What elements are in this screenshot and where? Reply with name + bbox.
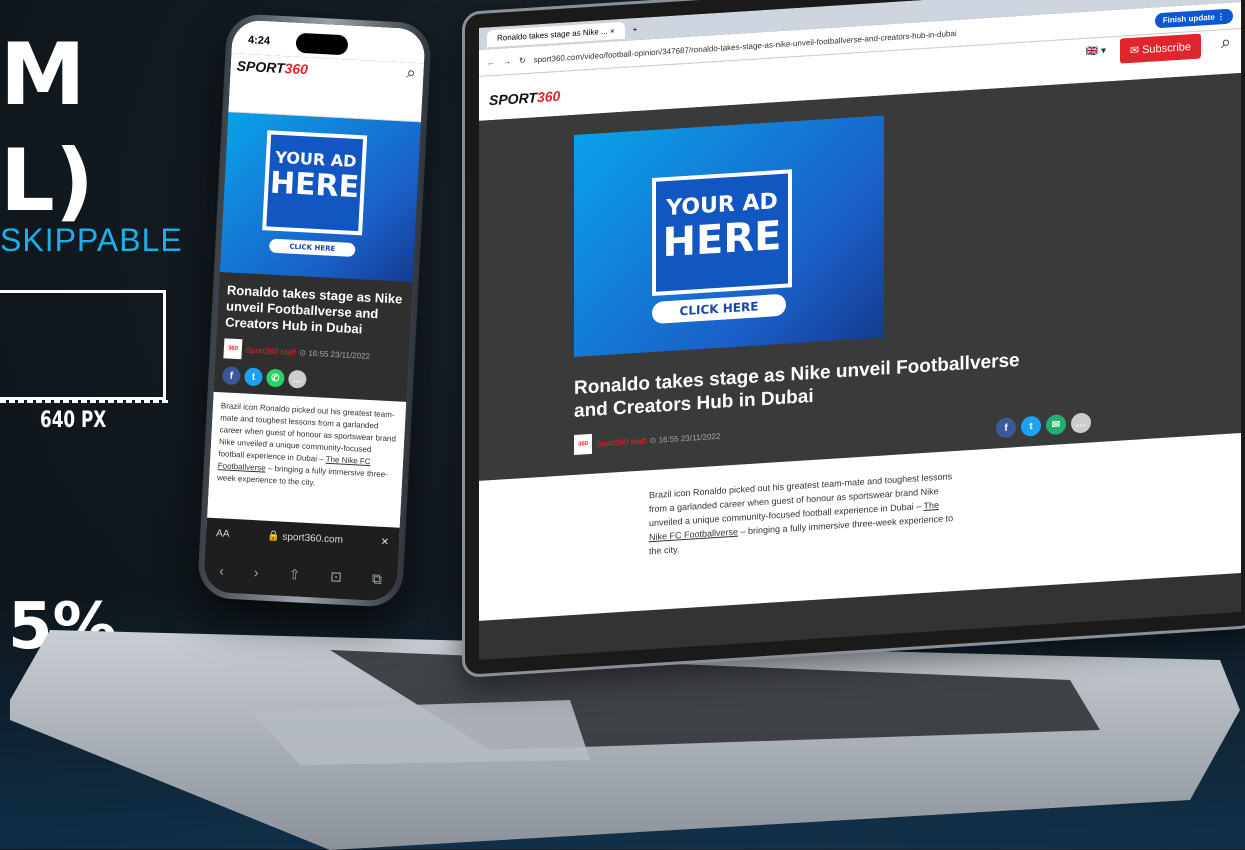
article-meta: 360 Sport360 staff ⊙ 16:55 23/11/2022 xyxy=(574,426,720,455)
forward-icon[interactable]: → xyxy=(503,56,511,66)
article-hero: YOUR AD HERE CLICK HERE Ronaldo takes st… xyxy=(479,72,1241,481)
phone-ad-banner[interactable]: YOUR AD HERE CLICK HERE xyxy=(219,112,421,283)
subscribe-button[interactable]: ✉ Subscribe xyxy=(1119,33,1201,64)
facebook-icon[interactable]: f xyxy=(222,366,241,386)
ad-box: YOUR AD HERE xyxy=(262,130,368,236)
heading-line-1: M xyxy=(0,25,86,125)
article-title: Ronaldo takes stage as Nike unveil Footb… xyxy=(574,349,1020,422)
author-name[interactable]: Sport360 staff xyxy=(246,345,296,357)
reload-icon[interactable]: ↻ xyxy=(519,55,526,64)
finish-update-button[interactable]: Finish update ⋮ xyxy=(1154,7,1233,28)
article-title: Ronaldo takes stage as Nike unveil Footb… xyxy=(224,282,403,337)
ad-banner[interactable]: YOUR AD HERE CLICK HERE xyxy=(574,115,884,357)
logo-text: SPORT xyxy=(236,57,286,77)
new-tab-button[interactable]: + xyxy=(633,24,638,33)
browser-window: Ronaldo takes stage as Nike ... × + ← → … xyxy=(479,0,1241,660)
logo-number: 360 xyxy=(284,60,309,78)
close-icon[interactable]: ✕ xyxy=(380,536,389,547)
share-buttons: f t ✉ … xyxy=(996,412,1091,439)
author-avatar: 360 xyxy=(223,338,243,360)
more-icon[interactable]: … xyxy=(287,369,307,389)
author-name[interactable]: Sport360 staff xyxy=(596,436,646,448)
ad-line-2: HERE xyxy=(269,165,360,206)
author-avatar: 360 xyxy=(574,433,592,455)
article-body: Brazil icon Ronaldo picked out his great… xyxy=(206,391,407,538)
search-icon[interactable]: ⌕ xyxy=(406,65,416,83)
site-logo[interactable]: SPORT360 xyxy=(489,88,560,108)
phone-url[interactable]: 🔒 sport360.com xyxy=(267,530,343,545)
search-icon[interactable]: ⌕ xyxy=(1221,32,1231,54)
bookmarks-icon[interactable]: ⊡ xyxy=(330,568,343,586)
phone-site-logo[interactable]: SPORT360 xyxy=(236,58,308,78)
twitter-icon[interactable]: t xyxy=(243,367,263,387)
ad-line-2: HERE xyxy=(662,212,782,267)
forward-icon[interactable]: › xyxy=(254,564,260,580)
width-label: 640 PX xyxy=(40,408,107,433)
phone-device: 4:24 SPORT360 ⌕ YOUR AD HERE CLICK HERE … xyxy=(196,13,433,608)
language-selector[interactable]: 🇬🇧 ▾ xyxy=(1086,45,1106,57)
ad-click-button[interactable]: CLICK HERE xyxy=(268,238,356,258)
article-date: ⊙ 16:55 23/11/2022 xyxy=(649,431,721,445)
back-icon[interactable]: ← xyxy=(487,57,495,67)
more-icon[interactable]: … xyxy=(1071,412,1091,434)
logo-number: 360 xyxy=(536,87,561,106)
width-dashed-line xyxy=(0,400,168,403)
phone-bottom-nav: ‹ › ⇧ ⊡ ⧉ xyxy=(203,547,399,602)
status-time: 4:24 xyxy=(247,34,271,48)
ad-click-button[interactable]: CLICK HERE xyxy=(652,293,786,325)
trackpad xyxy=(250,700,590,765)
ad-box: YOUR AD HERE xyxy=(652,169,792,297)
article-paragraph: Brazil icon Ronaldo picked out his great… xyxy=(649,469,959,559)
laptop-screen: Ronaldo takes stage as Nike ... × + ← → … xyxy=(462,0,1245,679)
whatsapp-icon[interactable]: ✆ xyxy=(265,368,285,388)
back-icon[interactable]: ‹ xyxy=(219,562,225,578)
dynamic-island xyxy=(295,32,349,56)
ad-size-frame xyxy=(0,290,166,400)
logo-text: SPORT xyxy=(489,89,537,109)
twitter-icon[interactable]: t xyxy=(1021,415,1041,437)
email-icon[interactable]: ✉ xyxy=(1046,413,1066,436)
phone-site-header: SPORT360 ⌕ xyxy=(228,53,425,123)
paragraph-text: Brazil icon Ronaldo picked out his great… xyxy=(218,401,397,464)
article-date: ⊙ 16:55 23/11/2022 xyxy=(299,347,371,361)
phone-screen: 4:24 SPORT360 ⌕ YOUR AD HERE CLICK HERE … xyxy=(203,19,426,602)
skippable-label: SKIPPABLE xyxy=(0,222,183,258)
tabs-icon[interactable]: ⧉ xyxy=(372,570,383,588)
text-size-button[interactable]: AA xyxy=(216,528,230,540)
facebook-icon[interactable]: f xyxy=(996,417,1016,439)
share-icon[interactable]: ⇧ xyxy=(288,566,301,584)
heading-line-2: L) xyxy=(0,131,95,231)
